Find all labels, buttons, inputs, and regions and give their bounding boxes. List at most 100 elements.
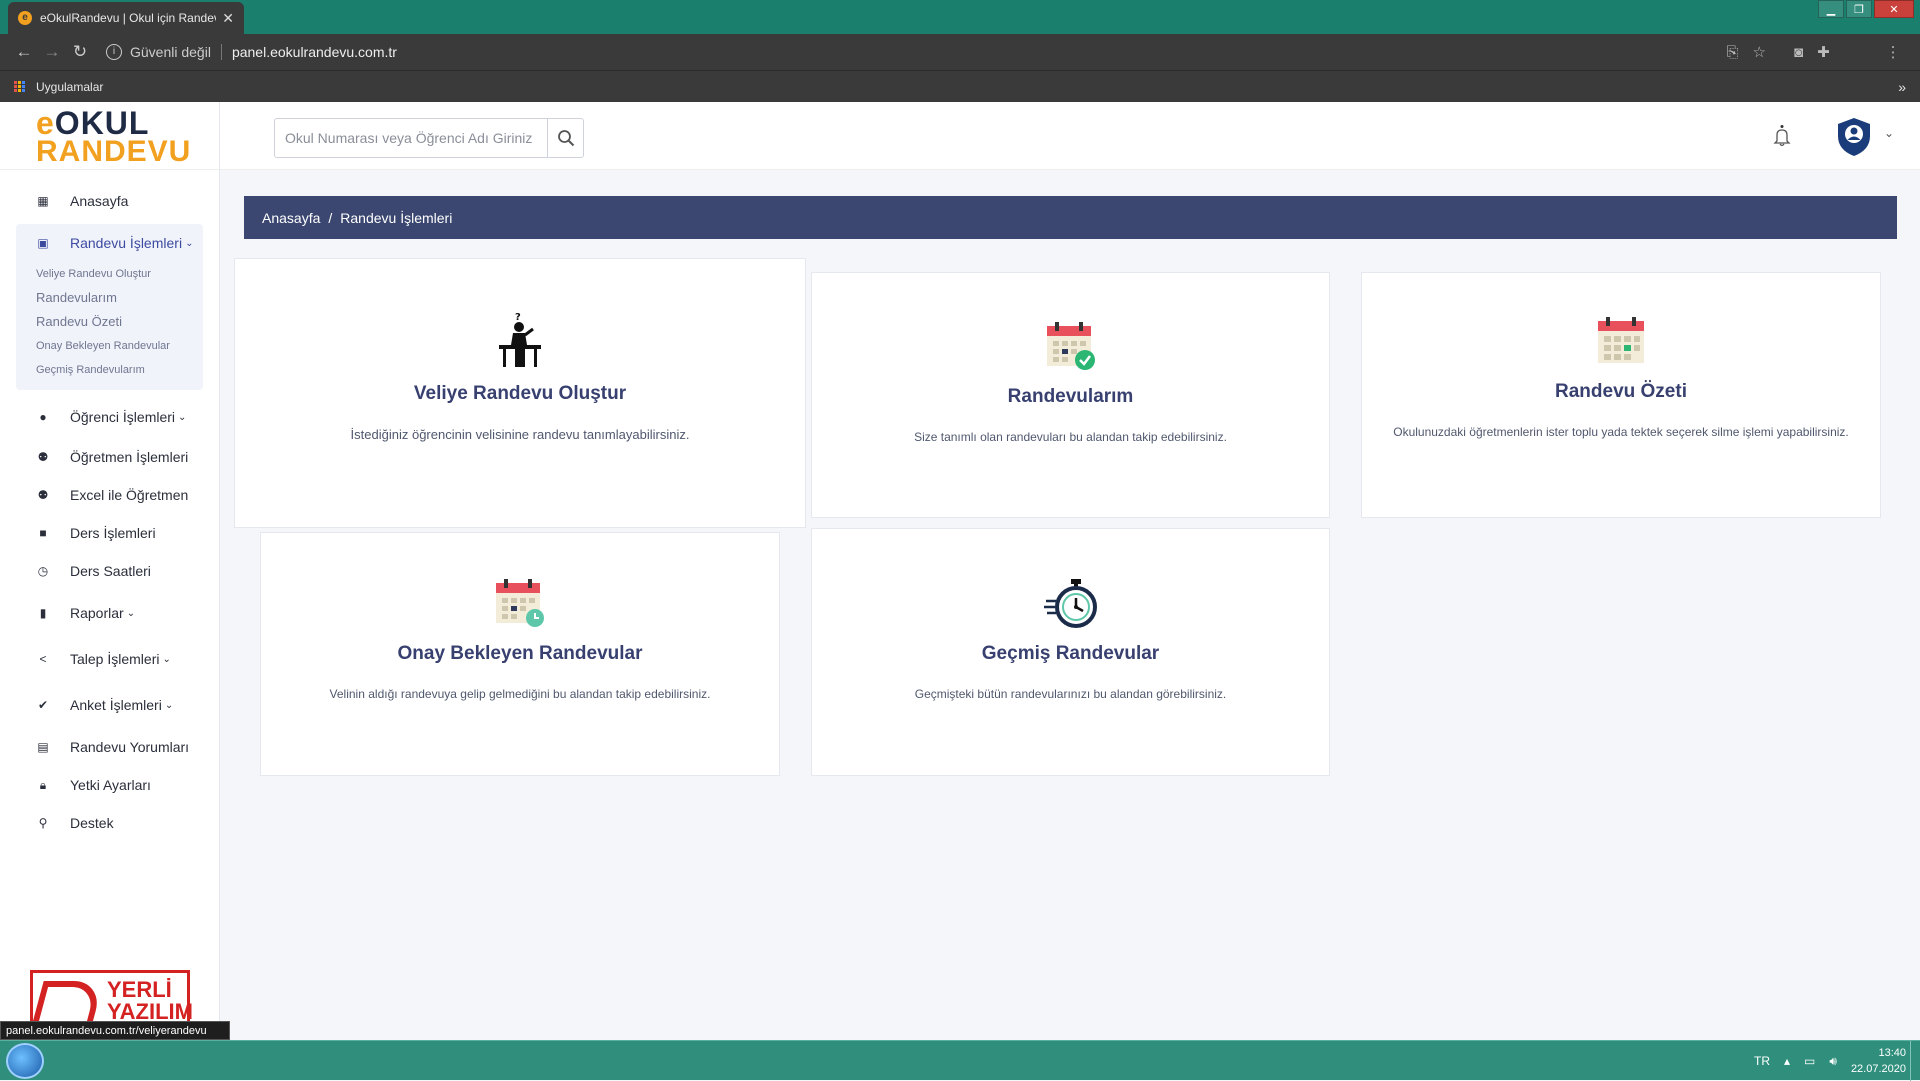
sidebar-subitem-randevularim[interactable]: Randevularım: [16, 286, 203, 310]
close-window-button[interactable]: ✕: [1874, 0, 1914, 18]
chevron-down-icon: ⌄: [162, 653, 171, 665]
bell-icon[interactable]: [1772, 124, 1792, 148]
top-header: ⌄: [220, 102, 1920, 170]
sidebar-item-label: Excel ile Öğretmen: [70, 487, 189, 503]
card-randevu-ozeti[interactable]: Randevu Özeti Okulunuzdaki öğretmenlerin…: [1361, 272, 1881, 518]
card-gecmis-randevular[interactable]: Geçmiş Randevular Geçmişteki bütün rande…: [811, 528, 1330, 776]
chevron-down-icon: ⌄: [178, 411, 187, 423]
clock-date: 22.07.2020: [1850, 1063, 1906, 1075]
language-indicator[interactable]: TR: [1754, 1054, 1770, 1068]
sidebar-item-yetki[interactable]: 🔒︎ Yetki Ayarları: [0, 766, 219, 804]
sidebar-item-raporlar[interactable]: ▮ Raporlar ⌄: [0, 590, 219, 636]
menu-icon[interactable]: ⋮: [1886, 43, 1901, 61]
sidebar-item-label: Yetki Ayarları: [70, 777, 151, 793]
sidebar-subitem-veliye[interactable]: Veliye Randevu Oluştur: [16, 262, 203, 286]
info-icon[interactable]: i: [106, 44, 122, 60]
volume-icon[interactable]: 🔊︎: [1829, 1054, 1837, 1069]
browser-titlebar: e eOkulRandevu | Okul için Randevu ✕ ▁ ❐…: [0, 0, 1920, 34]
lock-icon: 🔒︎: [39, 777, 47, 792]
start-button[interactable]: [6, 1043, 44, 1079]
sidebar-item-label: Talep İşlemleri: [70, 651, 160, 667]
apps-grid-icon[interactable]: [14, 80, 26, 93]
avatar[interactable]: [1834, 116, 1874, 158]
tab-title: eOkulRandevu | Okul için Randevu: [40, 11, 217, 25]
support-icon: ⚲: [38, 816, 48, 830]
back-icon[interactable]: ←: [10, 42, 38, 62]
logo[interactable]: eOKUL RANDEVU: [0, 102, 219, 170]
check-circle-icon: ✔: [37, 698, 49, 712]
forward-icon[interactable]: →: [38, 42, 66, 62]
app-root: eOKUL RANDEVU ▦ Anasayfa ▣ Randevu İşlem…: [0, 102, 1920, 1040]
sidebar-item-destek[interactable]: ⚲ Destek: [0, 804, 219, 842]
camera-icon[interactable]: ◙: [1794, 44, 1803, 61]
url-text[interactable]: panel.eokulrandevu.com.tr: [232, 44, 397, 60]
os-taskbar: TR ▴ ▭ 🔊︎ 13:40 22.07.2020: [0, 1040, 1920, 1081]
logo-line2: RANDEVU: [36, 135, 192, 168]
favicon-icon: e: [18, 11, 32, 25]
sidebar-item-ders[interactable]: ■ Ders İşlemleri: [0, 514, 219, 552]
sidebar-subitem-onay[interactable]: Onay Bekleyen Randevular: [16, 334, 203, 358]
sidebar-item-excel[interactable]: ⚉ Excel ile Öğretmen: [0, 476, 219, 514]
chevron-down-icon: ⌄: [164, 699, 174, 711]
sidebar-item-anket[interactable]: ✔ Anket İşlemleri ⌄: [0, 682, 219, 728]
sidebar-item-yorumlar[interactable]: ▤ Randevu Yorumları: [0, 728, 219, 766]
minimize-button[interactable]: ▁: [1818, 0, 1844, 18]
search-box: [274, 118, 584, 158]
clock[interactable]: 13:40 22.07.2020: [1851, 1045, 1906, 1077]
extensions-icon[interactable]: ✚: [1817, 43, 1830, 61]
address-bar[interactable]: i Güvenli değil panel.eokulrandevu.com.t…: [106, 38, 1766, 66]
breadcrumb-separator: /: [328, 209, 333, 226]
restore-button[interactable]: ❐: [1846, 0, 1872, 18]
users-icon: ⚉: [37, 488, 49, 502]
breadcrumb: Anasayfa / Randevu İşlemleri: [244, 196, 1897, 239]
sidebar-item-label: Anasayfa: [70, 193, 129, 209]
show-desktop-button[interactable]: [1910, 1041, 1920, 1081]
sidebar-item-label: Öğrenci İşlemleri: [70, 409, 176, 425]
bookmarks-more-icon[interactable]: »: [1898, 79, 1906, 95]
card-title: Onay Bekleyen Randevular: [397, 643, 643, 664]
bar-chart-icon: ▮: [39, 606, 47, 620]
card-veliye-randevu[interactable]: ? Veliye Randevu Oluştur İstediğiniz öğr…: [234, 258, 806, 528]
search-input[interactable]: [275, 119, 547, 157]
card-description: Velinin aldığı randevuya gelip gelmediği…: [329, 687, 711, 701]
sidebar-group-randevu: ▣ Randevu İşlemleri ⌄ Veliye Randevu Olu…: [16, 224, 203, 390]
sidebar-item-talep[interactable]: < Talep İşlemleri ⌄: [0, 636, 219, 682]
tab-close-icon[interactable]: ✕: [222, 10, 234, 27]
sidebar-item-randevu[interactable]: ▣ Randevu İşlemleri ⌄: [16, 224, 203, 262]
clock-time: 13:40: [1878, 1047, 1906, 1059]
sidebar: eOKUL RANDEVU ▦ Anasayfa ▣ Randevu İşlem…: [0, 102, 230, 1040]
sidebar-subitem-gecmis[interactable]: Geçmiş Randevularım: [16, 358, 203, 382]
bookmark-apps[interactable]: Uygulamalar: [36, 80, 103, 94]
reload-icon[interactable]: ↻: [66, 42, 94, 62]
sidebar-item-label: Anket İşlemleri: [70, 697, 162, 713]
sidebar-item-ogretmen[interactable]: ⚉ Öğretmen İşlemleri: [0, 438, 219, 476]
comment-icon: ▤: [37, 740, 49, 754]
sidebar-subitem-ozet[interactable]: Randevu Özeti: [16, 310, 203, 334]
browser-tab[interactable]: e eOkulRandevu | Okul için Randevu ✕: [8, 2, 244, 34]
sidebar-item-home[interactable]: ▦ Anasayfa: [0, 182, 219, 220]
svg-text:?: ?: [515, 312, 521, 323]
tray-expand-icon[interactable]: ▴: [1784, 1054, 1790, 1068]
sidebar-item-label: Destek: [70, 815, 114, 831]
network-icon[interactable]: ▭: [1804, 1054, 1815, 1068]
chevron-down-icon: ⌄: [185, 237, 194, 249]
window-controls: ▁ ❐ ✕: [1816, 0, 1914, 18]
breadcrumb-home[interactable]: Anasayfa: [262, 210, 320, 226]
users-icon: ⚉: [37, 450, 49, 464]
translate-icon[interactable]: ⎘: [1727, 44, 1739, 61]
card-randevularim[interactable]: Randevularım Size tanımlı olan randevula…: [811, 272, 1330, 518]
calendar-pending-icon: [496, 579, 544, 627]
calendar-icon: ▣: [37, 236, 49, 250]
sidebar-item-ogrenci[interactable]: ● Öğrenci İşlemleri ⌄: [0, 396, 219, 438]
sidebar-item-ders-saatleri[interactable]: ◷ Ders Saatleri: [0, 552, 219, 590]
card-onay-bekleyen[interactable]: Onay Bekleyen Randevular Velinin aldığı …: [260, 532, 780, 776]
bookmarks-bar: Uygulamalar »: [0, 70, 1920, 102]
bookmark-star-icon[interactable]: ☆: [1753, 43, 1766, 61]
card-title: Geçmiş Randevular: [981, 643, 1160, 664]
calendar-summary-icon: [1598, 317, 1644, 363]
chevron-down-icon[interactable]: ⌄: [1884, 126, 1894, 140]
search-button[interactable]: [547, 119, 583, 157]
stopwatch-icon: [1043, 579, 1097, 628]
folder-icon: ■: [39, 526, 47, 540]
dashboard-icon: ▦: [37, 194, 49, 208]
